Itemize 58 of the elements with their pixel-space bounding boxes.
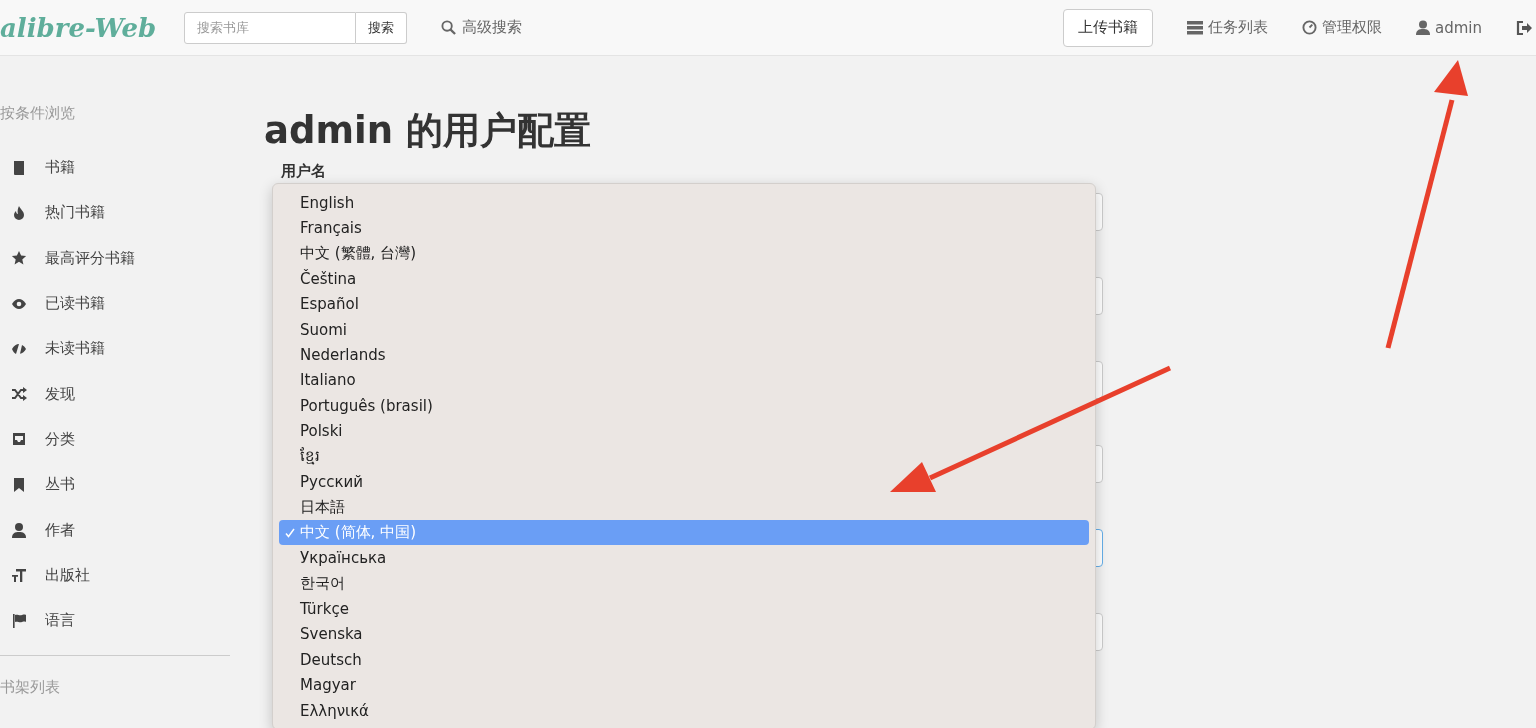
flag-icon	[11, 612, 27, 629]
menu-option[interactable]: Magyar	[279, 672, 1089, 698]
sidebar-item[interactable]: 丛书	[0, 462, 230, 508]
sidebar-item[interactable]: 出版社	[0, 552, 230, 598]
menu-option[interactable]: Русский	[279, 469, 1089, 495]
menu-option[interactable]: 한국어	[279, 570, 1089, 597]
menu-option[interactable]: Polski	[279, 418, 1089, 444]
menu-option[interactable]: 中文 (繁體, 台灣)	[279, 240, 1089, 267]
list-icon	[1187, 20, 1203, 35]
sidebar-item[interactable]: 作者	[0, 507, 230, 553]
user-icon	[1416, 20, 1430, 35]
menu-option[interactable]: Ελληνικά	[279, 697, 1089, 724]
bookmark-icon	[11, 476, 27, 493]
page-title: admin 的用户配置	[264, 108, 592, 154]
menu-option[interactable]: Türkçe	[279, 596, 1089, 622]
menu-option[interactable]: Português (brasil)	[279, 393, 1089, 419]
menu-option[interactable]: Svenska	[279, 621, 1089, 648]
fire-icon	[11, 204, 27, 221]
nav-link[interactable]: admin	[1416, 18, 1482, 37]
menu-option[interactable]: Українська	[279, 545, 1089, 571]
advanced-search-link[interactable]: 高级搜索	[441, 18, 523, 37]
menu-option[interactable]: Français	[279, 215, 1089, 241]
checkmark-icon	[284, 527, 295, 538]
menu-option[interactable]: Čeština	[279, 266, 1089, 292]
dashboard-icon	[1302, 20, 1317, 35]
nav-link[interactable]: 任务列表	[1187, 18, 1268, 37]
sidebar-item[interactable]: 分类	[0, 416, 230, 463]
menu-option[interactable]: Nederlands	[279, 342, 1089, 368]
inbox-icon	[11, 431, 27, 448]
menu-option[interactable]: English	[279, 190, 1089, 216]
sidebar-item[interactable]: 热门书籍	[0, 190, 230, 236]
sidebar-item[interactable]: 书籍	[0, 145, 230, 191]
nav-link[interactable]: 管理权限	[1302, 18, 1382, 37]
menu-option[interactable]: ខ្មែរ	[279, 443, 1089, 470]
menu-option[interactable]: Deutsch	[279, 647, 1089, 673]
text-icon	[11, 567, 27, 584]
star-icon	[11, 250, 27, 267]
logout-icon	[1516, 20, 1532, 35]
menu-option[interactable]: Suomi	[279, 316, 1089, 343]
sidebar-item[interactable]: 发现	[0, 371, 230, 417]
user-icon	[11, 522, 27, 538]
menu-option[interactable]: Español	[279, 291, 1089, 317]
sidebar-item[interactable]: 已读书籍	[0, 280, 230, 327]
book-icon	[11, 159, 27, 176]
sidebar-item[interactable]: 最高评分书籍	[0, 235, 230, 281]
sidebar-item[interactable]: 语言	[0, 597, 230, 644]
logout-button[interactable]	[1516, 20, 1532, 35]
menu-option[interactable]: 日本語	[279, 494, 1089, 521]
search-button[interactable]: 搜索	[356, 11, 408, 44]
search-field[interactable]: 搜索书库	[184, 11, 357, 44]
shuffle-icon	[11, 386, 27, 403]
menu-option[interactable]: Italiano	[279, 367, 1089, 394]
upload-button[interactable]: 上传书籍	[1063, 8, 1153, 47]
sidebar-item[interactable]: 未读书籍	[0, 326, 230, 372]
search-icon	[441, 20, 457, 35]
sidebar-heading: 书架列表	[0, 678, 61, 698]
field-label: 用户名	[281, 162, 327, 181]
sidebar-heading: 按条件浏览	[0, 104, 76, 123]
